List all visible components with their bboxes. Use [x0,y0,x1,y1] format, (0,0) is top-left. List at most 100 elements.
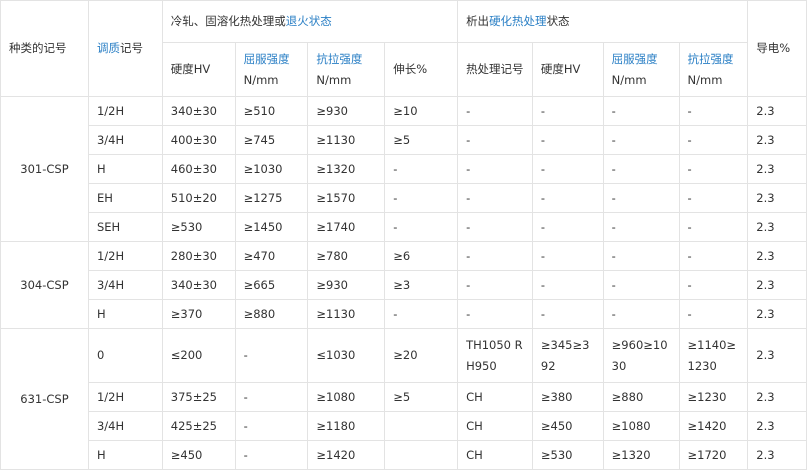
hardness-2-cell: - [531,154,604,184]
yield-cell: - [234,440,309,470]
conductivity-cell: 2.3 [747,411,807,441]
yield-cell: ≥665 [234,270,309,300]
yield-cell: ≥470 [234,241,309,271]
tensile-cell: ≥1130 [307,125,386,155]
hardness-cell: ≥530 [161,212,236,242]
temper-cell: SEH [87,212,163,242]
hardness-2-cell: - [531,212,604,242]
temper-link[interactable]: 调质 [97,41,120,55]
elongation-cell: - [384,299,459,329]
heat-treatment-cell: TH1050 RH950 [457,328,533,383]
yield-cell: ≥510 [234,96,309,126]
yield-link[interactable]: 屈服强度 [244,52,290,66]
hardness-2-cell: - [531,299,604,329]
elongation-cell: - [384,154,459,184]
yield-2-cell: - [602,270,680,300]
table-row: H ≥370 ≥880 ≥1130- - - - -2.3 [1,299,807,329]
yield-2-cell: ≥960≥1030 [602,328,680,383]
conductivity-header: 导电% [747,0,807,97]
conductivity-cell: 2.3 [747,440,807,470]
heat-treatment-cell: CH [457,411,533,441]
table-row: 631-CSP 0 ≤200- ≤1030 ≥20 TH1050 RH950 ≥345≥39… [0,328,807,470]
tensile-cell: ≥930 [307,96,386,126]
hardness-2-cell: ≥530 [531,440,604,470]
yield-header-2: 屈服强度 N/mm [602,42,680,97]
precip-hardening-link[interactable]: 硬化热处理 [489,14,547,28]
tensile-cell: ≥1740 [307,212,386,242]
tensile-2-cell: - [678,241,749,271]
tensile-cell: ≥1080 [307,382,386,412]
hardness-2-cell: ≥345≥392 [531,328,604,383]
elongation-cell [384,440,459,470]
tensile-2-cell: ≥1140≥1230 [678,328,749,383]
tensile-cell: ≥1180 [307,411,386,441]
elongation-cell: - [384,183,459,213]
hardness-cell: 375±25 [161,382,236,412]
tensile-2-cell: - [678,125,749,155]
tensile-cell: ≥1130 [307,299,386,329]
tensile-2-cell: - [678,96,749,126]
yield-cell: - [234,328,309,383]
table-row: SEH ≥530 ≥1450 ≥1740- - - - -2.3 [1,212,807,242]
yield-2-cell: - [602,154,680,184]
yield-cell: ≥745 [234,125,309,155]
elongation-cell: - [384,212,459,242]
tensile-2-cell: - [678,299,749,329]
temper-cell: EH [87,183,163,213]
elongation-cell: ≥3 [384,270,459,300]
temper-cell: 1/2H [87,96,163,126]
yield-2-cell: ≥1080 [602,411,680,441]
yield-2-cell: - [602,96,680,126]
heat-treatment-cell: - [457,241,533,271]
kind-code-header: 种类的记号 [0,0,89,97]
yield-cell: - [234,411,309,441]
conductivity-cell: 2.3 [747,382,807,412]
yield-cell: ≥880 [234,299,309,329]
hardness-cell: ≥450 [161,440,236,470]
tensile-cell: ≥1320 [307,154,386,184]
heat-treatment-cell: CH [457,382,533,412]
heat-treatment-cell: - [457,270,533,300]
yield-cell: ≥1450 [234,212,309,242]
heat-treatment-header: 热处理记号 [457,42,533,97]
tensile-cell: ≥1420 [307,440,386,470]
heat-treatment-cell: - [457,154,533,184]
hardness-cell: 400±30 [161,125,236,155]
elongation-cell: ≥20 [384,328,459,383]
table-row: 3/4H 425±25- ≥1180 CH ≥450 ≥1080 ≥1420 2.3 [1,411,807,441]
temper-code-header: 调质记号 [87,0,163,97]
tensile-cell: ≥780 [307,241,386,271]
table-row: 304-CSP 1/2H 280±30 ≥470 ≥780 ≥6- - - -2.3 [0,241,807,329]
conductivity-cell: 2.3 [747,125,807,155]
table-row: 3/4H 340±30 ≥665 ≥930 ≥3- - - -2.3 [1,270,807,300]
conductivity-cell: 2.3 [747,328,807,383]
hardness-2-cell: ≥450 [531,411,604,441]
heat-treatment-cell: - [457,125,533,155]
elongation-cell: ≥5 [384,125,459,155]
tensile-link-2[interactable]: 抗拉强度 [688,52,734,66]
tensile-2-cell: ≥1230 [678,382,749,412]
temper-cell: 3/4H [87,411,163,441]
hardness-header-2: 硬度HV [531,42,604,97]
tensile-link[interactable]: 抗拉强度 [316,52,362,66]
tensile-header-2: 抗拉强度 N/mm [678,42,749,97]
heat-treatment-cell: - [457,299,533,329]
conductivity-cell: 2.3 [747,241,807,271]
hardness-2-cell: - [531,241,604,271]
temper-cell: 1/2H [87,382,163,412]
temper-cell: 3/4H [87,125,163,155]
yield-2-cell: - [602,183,680,213]
hardness-cell: 280±30 [161,241,236,271]
yield-2-cell: - [602,299,680,329]
table-row: H 460±30 ≥1030 ≥1320- - - - -2.3 [1,154,807,184]
annealed-link[interactable]: 退火状态 [286,14,332,28]
tensile-2-cell: ≥1420 [678,411,749,441]
temper-cell: H [87,299,163,329]
yield-cell: ≥1030 [234,154,309,184]
yield-header: 屈服强度 N/mm [234,42,309,97]
yield-link-2[interactable]: 屈服强度 [612,52,658,66]
hardness-cell: 340±30 [161,96,236,126]
hardness-2-cell: - [531,125,604,155]
conductivity-cell: 2.3 [747,270,807,300]
hardness-cell: 460±30 [161,154,236,184]
